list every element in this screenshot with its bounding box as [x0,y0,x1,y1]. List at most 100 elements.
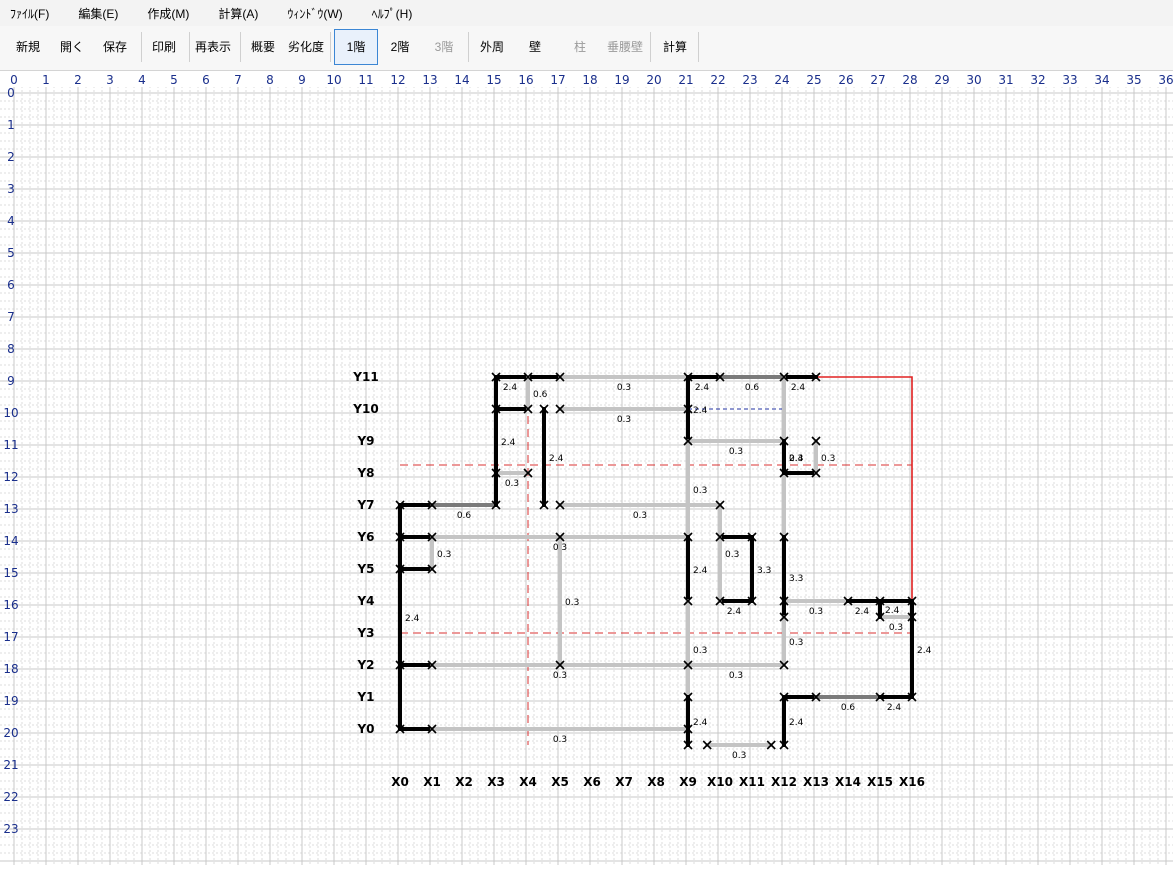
ruler-top-label: 26 [838,73,853,87]
axis-x-label: X8 [647,775,665,789]
ruler-left-label: 16 [3,598,18,612]
wall-value-label: 2.4 [887,703,902,713]
axis-y-label: Y10 [352,402,378,416]
axis-x-label: X0 [391,775,409,789]
ruler-top-label: 31 [998,73,1013,87]
wall-value-label: 0.3 [821,454,835,464]
wall-value-label: 2.4 [917,646,932,656]
ruler-top-label: 29 [934,73,949,87]
ruler-left-label: 23 [3,822,18,836]
wall-value-label: 2.4 [885,606,900,616]
ruler-left-label: 9 [7,374,15,388]
wall-value-label: 2.4 [693,718,708,728]
print-button[interactable]: 印刷 [145,29,183,65]
menu-edit[interactable]: 編集(E) [68,5,118,22]
wall-value-label: 0.6 [533,390,548,400]
floor-plan-canvas[interactable]: 0 1 2 3 4 5 6 7 8 9 10 11 12 13 14 15 16 17 18 19 20 21 22 23 24… [0,72,1173,865]
ruler-left-label: 6 [7,278,15,292]
wall-button[interactable]: 壁 [515,29,555,65]
column-button[interactable]: 柱 [560,29,600,65]
ruler-top-label: 5 [170,73,178,87]
wall-value-label: 0.3 [889,623,903,633]
axis-x-label: X1 [423,775,441,789]
new-button[interactable]: 新規 [8,29,48,65]
menu-window[interactable]: ｳｨﾝﾄﾞｳ(W) [277,5,342,22]
ruler-left-label: 11 [3,438,18,452]
ruler-top-label: 19 [614,73,629,87]
ruler-top-label: 22 [710,73,725,87]
ruler-top-label: 18 [582,73,597,87]
axis-x-label: X16 [899,775,925,789]
save-button[interactable]: 保存 [95,29,135,65]
axis-y-label: Y9 [356,434,374,448]
ruler-left-label: 17 [3,630,18,644]
ruler-top-label: 14 [454,73,469,87]
wall-value-label: 3.3 [789,574,803,584]
axis-y-label: Y8 [356,466,374,480]
toolbar-separator [189,32,190,62]
ruler-top-label: 28 [902,73,917,87]
toolbar-separator [698,32,699,62]
wall-value-label: 2.4 [855,607,870,617]
axis-y-label: Y6 [356,530,374,544]
wall-value-label: 3.3 [757,566,771,576]
hanging-wall-button[interactable]: 垂腰壁 [602,29,648,65]
wall-value-label: 0.3 [553,735,567,745]
ruler-left-label: 0 [7,86,15,100]
wall-value-label: 2.4 [503,383,518,393]
ruler-top-label: 9 [298,73,306,87]
wall-value-label: 2.4 [695,383,710,393]
ruler-top-label: 34 [1094,73,1109,87]
ruler-top-label: 10 [326,73,341,87]
ruler-left-label: 15 [3,566,18,580]
wall-value-label: 2.4 [789,718,804,728]
axis-x-label: X2 [455,775,473,789]
wall-value-label: 0.3 [633,511,647,521]
ruler-top-label: 7 [234,73,242,87]
menu-calc[interactable]: 計算(A) [208,5,258,22]
ruler-top-label: 6 [202,73,210,87]
ruler-left-label: 14 [3,534,18,548]
wall-value-label: 0.3 [437,550,451,560]
wall-value-label: 0.3 [729,671,743,681]
axis-x-label: X12 [771,775,797,789]
axis-x-label: X15 [867,775,893,789]
wall-value-label: 0.3 [617,415,631,425]
ruler-top-label: 16 [518,73,533,87]
drawing-canvas[interactable]: 0 1 2 3 4 5 6 7 8 9 10 11 12 13 14 15 16 17 18 19 20 21 22 23 24… [0,72,1173,870]
perimeter-button[interactable]: 外周 [472,29,512,65]
ruler-top-label: 1 [42,73,50,87]
ruler-top-label: 0 [10,73,18,87]
axis-x-label: X11 [739,775,765,789]
ruler-top-label: 8 [266,73,274,87]
wall-value-label: 0.3 [693,486,707,496]
summary-button[interactable]: 概要 [244,29,282,65]
wall-value-label: 2.4 [549,454,564,464]
ruler-top-label: 12 [390,73,405,87]
axis-x-label: X13 [803,775,829,789]
axis-y-label: Y5 [356,562,374,576]
menu-create[interactable]: 作成(M) [137,5,189,22]
axis-y-label: Y7 [356,498,374,512]
calculate-button[interactable]: 計算 [654,29,696,65]
toolbar-separator [330,32,331,62]
floor1-tab[interactable]: 1階 [334,29,378,65]
wall-value-label: 0.3 [729,447,743,457]
refresh-button[interactable]: 再表示 [192,29,234,65]
ruler-left-label: 18 [3,662,18,676]
degradation-button[interactable]: 劣化度 [285,29,327,65]
floor3-tab[interactable]: 3階 [422,29,466,65]
axis-x-label: X7 [615,775,633,789]
wall-value-label: 0.3 [565,598,579,608]
axis-x-label: X4 [519,775,537,789]
open-button[interactable]: 開く [52,29,92,65]
ruler-top-label: 11 [358,73,373,87]
floor2-tab[interactable]: 2階 [378,29,422,65]
ruler-left-label: 21 [3,758,18,772]
wall-value-label: 0.6 [457,511,472,521]
toolbar-separator [468,32,469,62]
menu-file[interactable]: ﾌｧｲﾙ(F) [0,5,49,22]
ruler-top-label: 2 [74,73,82,87]
menu-help[interactable]: ﾍﾙﾌﾟ(H) [362,5,413,22]
ruler-left-label: 12 [3,470,18,484]
